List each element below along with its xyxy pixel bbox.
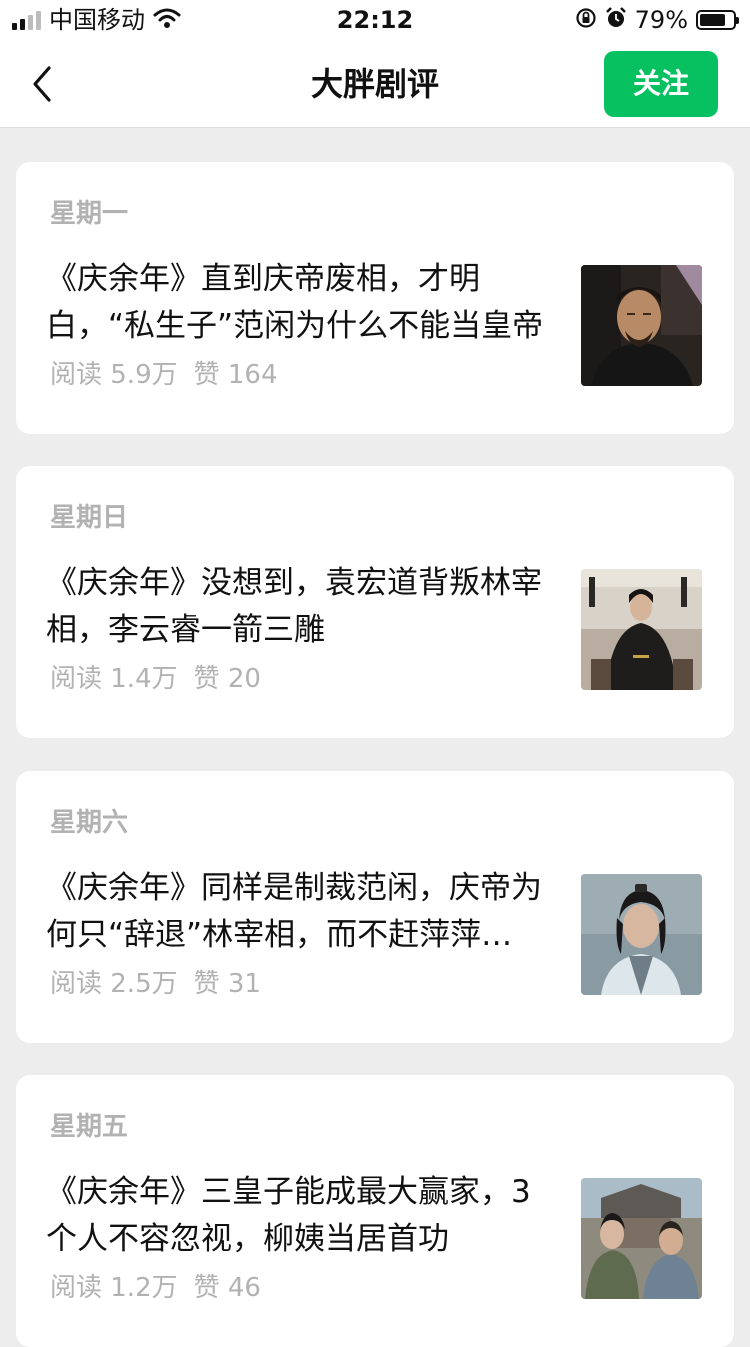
- article-meta: 阅读 1.4万 赞 20: [50, 662, 261, 696]
- like-count: 赞 164: [193, 360, 278, 390]
- article-thumbnail[interactable]: [581, 569, 702, 690]
- like-count: 赞 20: [193, 664, 261, 694]
- read-count: 阅读 5.9万: [50, 360, 178, 390]
- status-bar: 中国移动 22:12 79%: [0, 0, 750, 40]
- article-meta: 阅读 2.5万 赞 31: [50, 967, 261, 1001]
- article-meta: 阅读 1.2万 赞 46: [50, 1271, 261, 1305]
- nav-bar: 大胖剧评 关注: [0, 40, 750, 128]
- article-card[interactable]: 星期一 《庆余年》直到庆帝废相，才明白，“私生子”范闲为什么不能当皇帝 阅读 5…: [16, 162, 734, 434]
- read-count: 阅读 1.4万: [50, 664, 178, 694]
- article-title[interactable]: 《庆余年》直到庆帝废相，才明白，“私生子”范闲为什么不能当皇帝: [46, 256, 558, 350]
- battery-percentage: 79%: [634, 6, 688, 34]
- status-right: 79%: [575, 6, 739, 34]
- read-count: 阅读 1.2万: [50, 1273, 178, 1303]
- article-weekday: 星期日: [50, 503, 129, 533]
- rotation-lock-icon: [575, 7, 597, 33]
- article-weekday: 星期五: [50, 1112, 129, 1142]
- article-card[interactable]: 星期六 《庆余年》同样是制裁范闲，庆帝为何只“辞退”林宰相，而不赶萍萍… 阅读 …: [16, 771, 734, 1043]
- article-weekday: 星期六: [50, 808, 129, 838]
- like-count: 赞 46: [193, 1273, 261, 1303]
- article-thumbnail[interactable]: [581, 265, 702, 386]
- article-card[interactable]: 星期五 《庆余年》三皇子能成最大赢家，3个人不容忽视，柳姨当居首功 阅读 1.2…: [16, 1075, 734, 1347]
- article-title[interactable]: 《庆余年》没想到，袁宏道背叛林宰相，李云睿一箭三雕: [46, 560, 558, 654]
- battery-level: [700, 14, 725, 26]
- article-weekday: 星期一: [50, 199, 129, 229]
- article-meta: 阅读 5.9万 赞 164: [50, 358, 278, 392]
- follow-button[interactable]: 关注: [604, 51, 718, 117]
- alarm-icon: [605, 7, 627, 33]
- article-title[interactable]: 《庆余年》三皇子能成最大赢家，3个人不容忽视，柳姨当居首功: [46, 1169, 558, 1263]
- like-count: 赞 31: [193, 969, 261, 999]
- article-card[interactable]: 星期日 《庆余年》没想到，袁宏道背叛林宰相，李云睿一箭三雕 阅读 1.4万 赞 …: [16, 466, 734, 738]
- battery-icon: [696, 10, 739, 30]
- read-count: 阅读 2.5万: [50, 969, 178, 999]
- article-title[interactable]: 《庆余年》同样是制裁范闲，庆帝为何只“辞退”林宰相，而不赶萍萍…: [46, 865, 558, 959]
- article-thumbnail[interactable]: [581, 874, 702, 995]
- article-thumbnail[interactable]: [581, 1178, 702, 1299]
